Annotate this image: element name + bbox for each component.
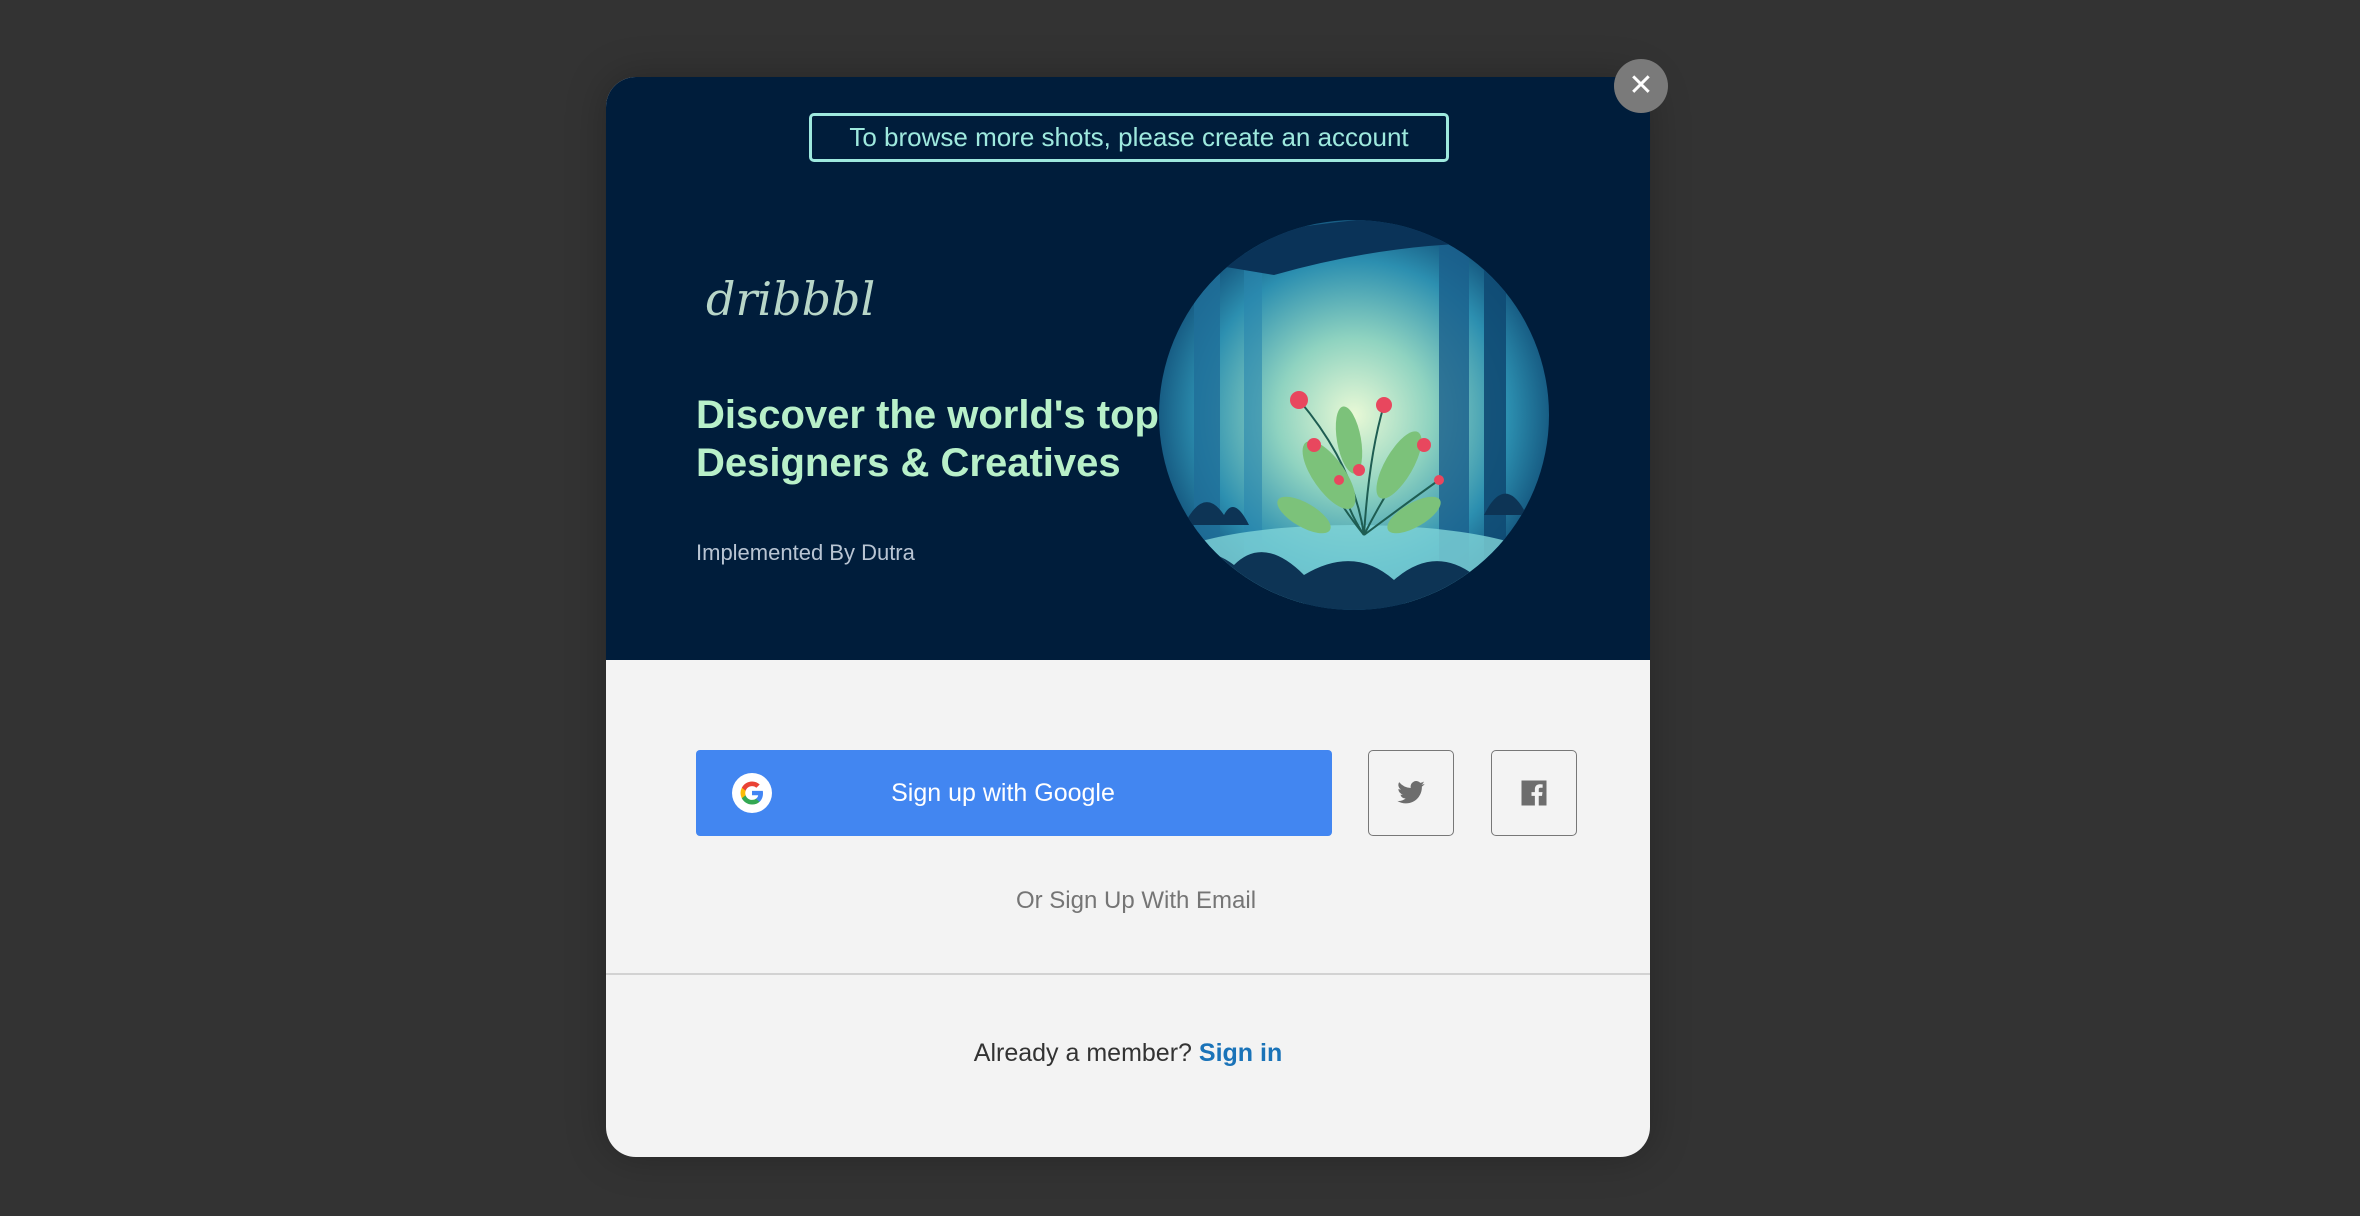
facebook-signup-button[interactable] (1491, 750, 1577, 836)
headline-line-2: Designers & Creatives (696, 441, 1121, 485)
close-icon[interactable]: ✕ (1614, 59, 1668, 113)
email-signup-link[interactable]: Or Sign Up With Email (606, 887, 1650, 915)
forest-plant-illustration (1159, 220, 1549, 610)
hero-headline: Discover the world's top Designers & Cre… (696, 391, 1166, 487)
member-prompt: Already a member? Sign in (606, 1039, 1650, 1068)
dribbble-logo: dribbble (706, 272, 874, 326)
headline-line-1: Discover the world's top (696, 393, 1159, 437)
member-text: Already a member? (973, 1039, 1192, 1067)
section-divider (606, 973, 1650, 975)
twitter-signup-button[interactable] (1368, 750, 1454, 836)
facebook-icon (1521, 780, 1547, 806)
svg-text:dribbble: dribbble (706, 272, 874, 326)
signup-modal: To browse more shots, please create an a… (606, 77, 1650, 1157)
google-signup-label: Sign up with Google (891, 779, 1115, 807)
account-notice: To browse more shots, please create an a… (809, 113, 1449, 162)
google-signup-button[interactable]: Sign up with Google (696, 750, 1332, 836)
twitter-icon (1397, 781, 1425, 804)
signin-link[interactable]: Sign in (1199, 1039, 1282, 1067)
hero-panel: To browse more shots, please create an a… (606, 77, 1650, 660)
credit-text: Implemented By Dutra (696, 540, 915, 565)
